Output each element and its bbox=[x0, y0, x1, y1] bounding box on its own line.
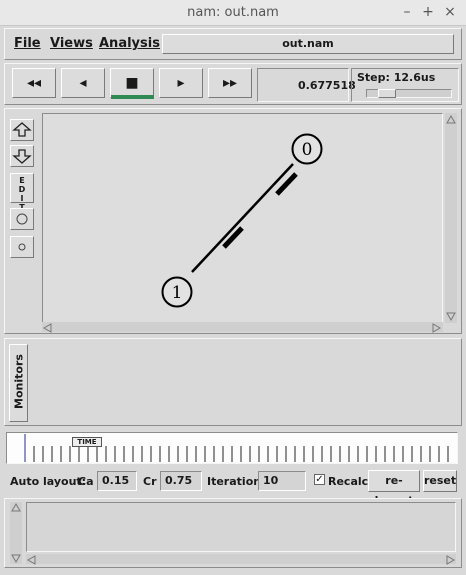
ca-label: Ca bbox=[78, 475, 94, 488]
auto-layout-label: Auto layout: bbox=[10, 475, 87, 488]
fast-forward-button[interactable]: ▸▸ bbox=[208, 68, 252, 98]
zoom-out-tool[interactable] bbox=[10, 145, 34, 167]
monitors-tab[interactable]: Monitors bbox=[9, 344, 28, 422]
network-canvas[interactable]: 0 1 bbox=[42, 113, 443, 323]
step-label: Step: 12.6us bbox=[357, 71, 436, 84]
time-display: 0.677518 bbox=[298, 79, 356, 92]
iterations-input[interactable]: 10 bbox=[258, 471, 306, 491]
ca-input[interactable]: 0.15 bbox=[97, 471, 137, 491]
node-0-label: 0 bbox=[302, 140, 313, 160]
zoom-in-tool[interactable] bbox=[10, 119, 34, 141]
cr-input[interactable]: 0.75 bbox=[160, 471, 202, 491]
network-graph: 0 1 bbox=[161, 133, 323, 308]
menu-views[interactable]: Views bbox=[50, 36, 93, 51]
canvas-horizontal-scrollbar[interactable] bbox=[42, 322, 443, 333]
menu-analysis[interactable]: Analysis bbox=[99, 36, 160, 51]
reset-button[interactable]: reset bbox=[423, 470, 457, 492]
relayout-button[interactable]: re-layout bbox=[368, 470, 420, 507]
bottom-horizontal-scrollbar[interactable] bbox=[26, 554, 456, 565]
scrollbar-arrows bbox=[446, 114, 456, 322]
canvas-vertical-scrollbar[interactable] bbox=[445, 113, 457, 323]
monitors-label: Monitors bbox=[12, 354, 26, 409]
scrollbar-arrows-h bbox=[42, 323, 442, 333]
link-0-1 bbox=[191, 163, 294, 273]
packet-2 bbox=[222, 226, 244, 249]
monitors-panel bbox=[4, 338, 462, 426]
circle-small-icon bbox=[18, 243, 26, 251]
node-1-label: 1 bbox=[172, 283, 183, 303]
file-name-display: out.nam bbox=[162, 34, 454, 54]
recalc-checkbox[interactable]: ✓ bbox=[314, 474, 325, 485]
minimize-button[interactable]: – bbox=[400, 5, 414, 19]
time-slider-marker[interactable]: TIME bbox=[72, 437, 102, 447]
node-0[interactable]: 0 bbox=[291, 133, 323, 165]
menu-file[interactable]: File bbox=[14, 36, 41, 51]
recalc-label: Recalc bbox=[328, 475, 369, 488]
step-slider-handle[interactable] bbox=[378, 89, 396, 98]
circle-large-tool[interactable] bbox=[10, 208, 34, 230]
cr-label: Cr bbox=[143, 475, 157, 488]
bottom-annotation-area[interactable] bbox=[26, 502, 456, 552]
edit-tool[interactable]: E D I T bbox=[10, 173, 34, 212]
rewind-button[interactable]: ◂◂ bbox=[12, 68, 56, 98]
close-button[interactable]: × bbox=[443, 5, 457, 19]
bottom-scrollbar-arrows bbox=[11, 502, 21, 564]
zoom-out-icon bbox=[12, 149, 32, 164]
stop-active-indicator bbox=[111, 95, 154, 99]
node-1[interactable]: 1 bbox=[161, 276, 193, 308]
circle-small-tool[interactable] bbox=[10, 236, 34, 258]
bottom-hscroll-arrows bbox=[26, 555, 456, 565]
step-back-button[interactable]: ◂ bbox=[61, 68, 105, 98]
play-button[interactable]: ▸ bbox=[159, 68, 203, 98]
window-title: nam: out.nam bbox=[187, 5, 279, 20]
zoom-in-icon bbox=[12, 122, 32, 137]
bottom-vertical-scrollbar[interactable] bbox=[10, 502, 22, 564]
stop-button[interactable]: ■ bbox=[110, 68, 154, 98]
maximize-button[interactable]: + bbox=[421, 5, 435, 19]
circle-large-icon bbox=[16, 213, 28, 225]
